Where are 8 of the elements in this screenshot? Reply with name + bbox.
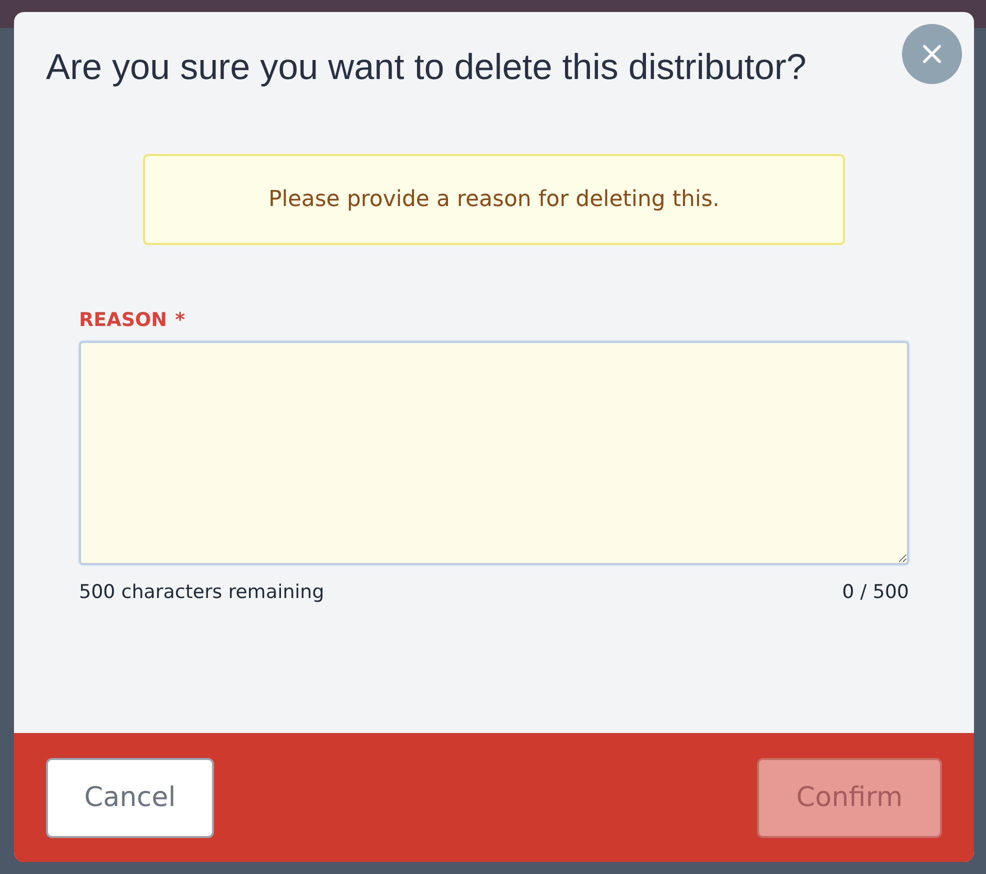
reason-field[interactable] — [79, 341, 909, 565]
characters-remaining: 500 characters remaining — [79, 581, 324, 603]
cancel-button[interactable]: Cancel — [46, 758, 214, 838]
field-label: REASON — [79, 309, 168, 331]
character-count: 0 / 500 — [842, 581, 909, 603]
dialog-title: Are you sure you want to delete this distributor? — [46, 46, 808, 88]
required-mark: * — [175, 309, 185, 331]
notice-message: Please provide a reason for deleting this. — [143, 154, 845, 245]
